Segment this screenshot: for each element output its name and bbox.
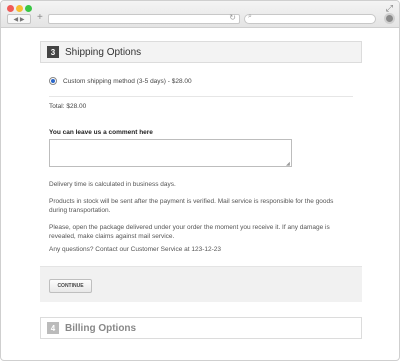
browser-toolbar: ⤢ ◀ ▶ + ↻ ⌕ xyxy=(1,1,399,28)
shipping-options-header[interactable]: 3 Shipping Options xyxy=(40,41,362,63)
step-number-badge: 3 xyxy=(47,46,59,58)
browser-search-input[interactable]: ⌕ xyxy=(244,13,376,24)
comment-label: You can leave us a comment here xyxy=(49,129,153,136)
new-tab-icon[interactable]: + xyxy=(37,12,43,23)
reload-icon[interactable]: ↻ xyxy=(229,13,236,22)
delivery-info-text: Delivery time is calculated in business … xyxy=(49,181,176,188)
browser-window: ⤢ ◀ ▶ + ↻ ⌕ 3 Shipping Options Custom sh… xyxy=(0,0,400,361)
section-title: Shipping Options xyxy=(65,46,142,58)
billing-options-header[interactable]: 4 Billing Options xyxy=(40,317,362,339)
continue-button[interactable]: CONTINUE xyxy=(49,279,92,293)
contact-info-text: Any questions? Contact our Customer Serv… xyxy=(49,246,221,253)
shipping-method-option[interactable]: Custom shipping method (3-5 days) - $28.… xyxy=(49,77,192,85)
shipping-method-label: Custom shipping method (3-5 days) - $28.… xyxy=(63,77,192,85)
maximize-window-button[interactable] xyxy=(25,5,32,12)
section-footer: CONTINUE xyxy=(40,266,362,302)
divider xyxy=(49,96,353,97)
radio-selected-dot xyxy=(51,79,55,83)
stock-info-text: Products in stock will be sent after the… xyxy=(49,198,334,214)
search-icon: ⌕ xyxy=(248,13,252,20)
resize-handle-icon[interactable]: ◢ xyxy=(286,161,290,167)
section-title: Billing Options xyxy=(65,322,137,334)
comment-textarea[interactable] xyxy=(49,139,292,167)
back-forward-buttons[interactable]: ◀ ▶ xyxy=(7,14,31,24)
address-bar[interactable]: ↻ xyxy=(48,13,240,24)
minimize-window-button[interactable] xyxy=(16,5,23,12)
shipping-method-radio[interactable] xyxy=(49,77,57,85)
order-total: Total: $28.00 xyxy=(49,103,87,110)
browser-menu-icon[interactable] xyxy=(384,13,395,24)
close-window-button[interactable] xyxy=(7,5,14,12)
step-number-badge: 4 xyxy=(47,322,59,334)
damage-info-text: Please, open the package delivered under… xyxy=(49,224,330,240)
